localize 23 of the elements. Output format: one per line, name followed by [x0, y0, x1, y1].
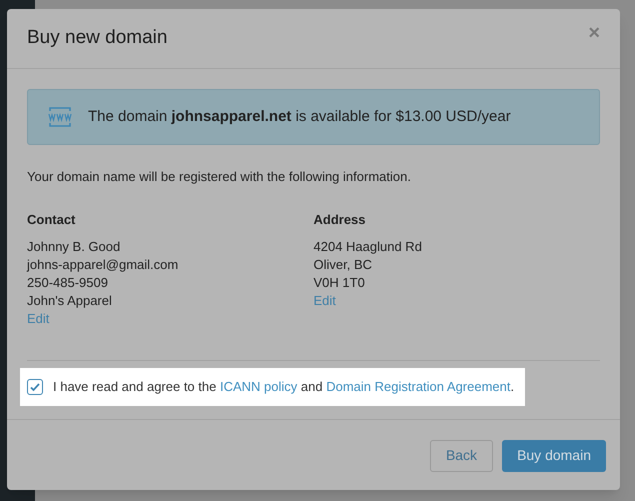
dialog-title: Buy new domain	[27, 26, 168, 50]
info-line: Johnny B. Good	[27, 238, 122, 256]
info-line: John's Apparel	[27, 292, 113, 310]
agreement-text: I have read and agree to the ICANN policy and Domain Registration Agreement.	[53, 378, 514, 396]
info-line: johns-apparel@gmail.com	[27, 256, 180, 274]
back-button[interactable]: Back	[430, 440, 494, 472]
www-icon	[48, 106, 72, 128]
icann-policy-link[interactable]: ICANN policy	[220, 378, 298, 394]
checkmark-icon	[29, 380, 41, 392]
info-line: Oliver, BC	[314, 256, 374, 274]
edit-link[interactable]: Edit	[27, 310, 50, 328]
agreement-checkbox[interactable]	[27, 378, 43, 394]
intro-text: Your domain name will be registered with the following information.	[27, 168, 412, 186]
close-button[interactable]: ×	[588, 22, 600, 42]
section-heading: Address	[314, 210, 367, 228]
section-heading: Contact	[27, 210, 76, 228]
edit-link[interactable]: Edit	[314, 292, 336, 310]
info-line: V0H 1T0	[314, 274, 366, 292]
info-line: 4204 Haaglund Rd	[314, 238, 423, 256]
registration-agreement-link[interactable]: Domain Registration Agreement	[326, 378, 510, 394]
availability-text: The domain johnsapparel.net is available for $13.00 USD/year	[88, 106, 511, 127]
info-line: 250-485-9509	[27, 274, 109, 292]
buy-domain-button[interactable]: Buy domain	[502, 440, 606, 472]
